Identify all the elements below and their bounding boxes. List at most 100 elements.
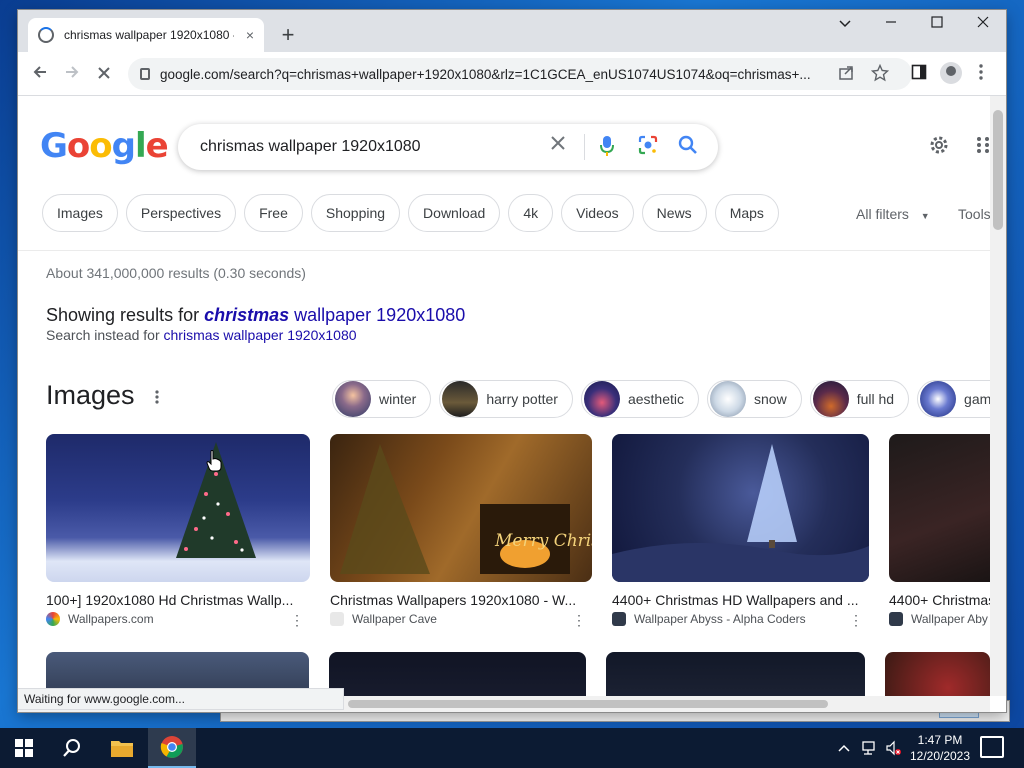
image-source[interactable]: Wallpapers.com — [46, 612, 310, 626]
image-result-4[interactable]: 4400+ Christmas Wallpaper Aby — [889, 434, 990, 626]
share-icon[interactable] — [838, 65, 854, 86]
lock-icon[interactable] — [140, 68, 150, 80]
filter-perspectives[interactable]: Perspectives — [125, 194, 237, 232]
search-filter-chips: Images Perspectives Free Shopping Downlo… — [42, 194, 779, 232]
network-icon[interactable] — [862, 728, 880, 768]
filter-download[interactable]: Download — [408, 194, 501, 232]
google-apps-icon[interactable] — [976, 136, 990, 159]
image-result-1[interactable]: 100+] 1920x1080 Hd Christmas Wallp... Wa… — [46, 434, 310, 629]
filter-4k[interactable]: 4k — [508, 194, 554, 232]
image-source[interactable]: Wallpaper Aby — [889, 612, 990, 626]
side-panel-icon[interactable] — [911, 64, 927, 85]
filter-shopping[interactable]: Shopping — [310, 194, 401, 232]
filter-free[interactable]: Free — [244, 194, 303, 232]
winter-thumbnail — [335, 381, 371, 417]
new-tab-button[interactable]: + — [276, 23, 300, 47]
stop-loading-button[interactable] — [90, 60, 118, 88]
image-result-3[interactable]: 4400+ Christmas HD Wallpapers and ... Wa… — [612, 434, 869, 629]
wallpaper-cave-favicon — [330, 612, 344, 626]
filter-maps[interactable]: Maps — [714, 194, 779, 232]
clock-time: 1:47 PM — [917, 733, 963, 747]
image-result-2[interactable]: Merry Christmas Christmas Wallpapers 192… — [330, 434, 592, 629]
images-section-title: Images — [46, 380, 135, 410]
related-label: gaming — [964, 391, 990, 407]
taskbar-search-button[interactable] — [48, 728, 96, 768]
christmas-tree-snow-image[interactable] — [46, 434, 310, 582]
image-more-icon[interactable]: ⋮ — [849, 612, 863, 629]
google-doodle-logo[interactable]: Google — [40, 126, 169, 166]
related-chip-aesthetic[interactable]: aesthetic — [580, 380, 699, 418]
related-chip-winter[interactable]: winter — [332, 380, 432, 418]
scrollbar-thumb[interactable] — [993, 110, 1003, 230]
original-query-link[interactable]: chrismas wallpaper 1920x1080 — [164, 327, 357, 343]
tab-close-icon[interactable]: × — [246, 27, 254, 43]
clock-date: 12/20/2023 — [909, 749, 971, 763]
all-filters-button[interactable]: All filters ▼ — [856, 206, 930, 222]
maximize-button[interactable] — [914, 10, 960, 40]
voice-search-icon[interactable] — [600, 135, 614, 162]
search-icon — [63, 739, 80, 757]
hscrollbar-thumb[interactable] — [348, 700, 828, 708]
system-clock[interactable]: 1:47 PM 12/20/2023 — [904, 732, 976, 764]
filter-news[interactable]: News — [641, 194, 707, 232]
filter-images[interactable]: Images — [42, 194, 118, 232]
night-tree-image[interactable] — [612, 434, 869, 582]
images-more-options-icon[interactable] — [155, 390, 159, 409]
profile-avatar[interactable] — [940, 62, 962, 89]
tab-search-icon[interactable] — [822, 10, 868, 40]
close-window-button[interactable] — [960, 10, 1006, 40]
related-chip-full-hd[interactable]: full hd — [809, 380, 910, 418]
corrected-rest: wallpaper 1920x1080 — [289, 305, 466, 325]
vertical-scrollbar[interactable] — [990, 96, 1006, 696]
tools-button[interactable]: Tools — [958, 206, 990, 222]
gaming-thumbnail — [920, 381, 957, 417]
start-button[interactable] — [0, 728, 48, 768]
avatar-icon — [940, 62, 962, 84]
chrome-taskbar-button[interactable] — [148, 728, 196, 768]
menu-kebab-icon[interactable] — [979, 64, 983, 85]
search-submit-icon[interactable] — [678, 135, 698, 160]
fireplace-christmas-image[interactable]: Merry Christmas — [330, 434, 592, 582]
image-caption[interactable]: 4400+ Christmas HD Wallpapers and ... — [612, 592, 869, 608]
image-caption[interactable]: Christmas Wallpapers 1920x1080 - W... — [330, 592, 592, 608]
harry-potter-thumbnail — [442, 381, 479, 417]
lens-search-icon[interactable] — [638, 135, 658, 160]
search-input[interactable]: chrismas wallpaper 1920x1080 — [200, 138, 421, 156]
corrected-word: christmas — [204, 305, 290, 325]
image-more-icon[interactable]: ⋮ — [572, 612, 586, 629]
notifications-icon[interactable] — [980, 736, 1004, 758]
minimize-button[interactable] — [868, 10, 914, 40]
related-chip-snow[interactable]: snow — [707, 380, 802, 418]
image-more-icon[interactable]: ⋮ — [290, 612, 304, 629]
active-tab[interactable]: chrismas wallpaper 1920x1080 - Goo × — [28, 18, 264, 52]
tab-title: chrismas wallpaper 1920x1080 - Goo — [64, 28, 234, 42]
image-caption[interactable]: 4400+ Christmas — [889, 592, 990, 608]
chrome-window: chrismas wallpaper 1920x1080 - Goo × + — [18, 10, 1006, 712]
image-source[interactable]: Wallpaper Cave — [330, 612, 592, 626]
image-source[interactable]: Wallpaper Abyss - Alpha Coders — [612, 612, 869, 626]
address-bar[interactable]: google.com/search?q=chrismas+wallpaper+1… — [128, 58, 912, 90]
image-caption[interactable]: 100+] 1920x1080 Hd Christmas Wallp... — [46, 592, 310, 608]
spelling-correction: Showing results for christmas wallpaper … — [46, 305, 465, 326]
back-button[interactable] — [26, 60, 54, 88]
search-results-page: Google chrismas wallpaper 1920x1080 Imag… — [18, 96, 990, 712]
show-hidden-icons[interactable] — [838, 728, 850, 768]
file-explorer-button[interactable] — [98, 728, 146, 768]
search-box[interactable]: chrismas wallpaper 1920x1080 — [178, 124, 718, 170]
search-instead: Search instead for chrismas wallpaper 19… — [46, 327, 357, 343]
bookmark-star-icon[interactable] — [870, 63, 890, 87]
corrected-query-link[interactable]: christmas wallpaper 1920x1080 — [204, 305, 465, 325]
dark-christmas-image[interactable] — [889, 434, 990, 582]
source-label: Wallpapers.com — [68, 612, 154, 626]
clear-search-icon[interactable] — [550, 135, 566, 156]
forward-button[interactable] — [58, 60, 86, 88]
related-chip-harry-potter[interactable]: harry potter — [439, 380, 573, 418]
settings-gear-icon[interactable] — [928, 134, 950, 162]
aesthetic-thumbnail — [583, 381, 620, 417]
volume-muted-icon[interactable] — [885, 728, 903, 768]
related-chip-gaming[interactable]: gaming — [917, 380, 990, 418]
url-text[interactable]: google.com/search?q=chrismas+wallpaper+1… — [160, 67, 820, 82]
snow-thumbnail — [710, 381, 746, 417]
filter-videos[interactable]: Videos — [561, 194, 634, 232]
merry-christmas-text: Merry Christmas — [494, 531, 592, 551]
